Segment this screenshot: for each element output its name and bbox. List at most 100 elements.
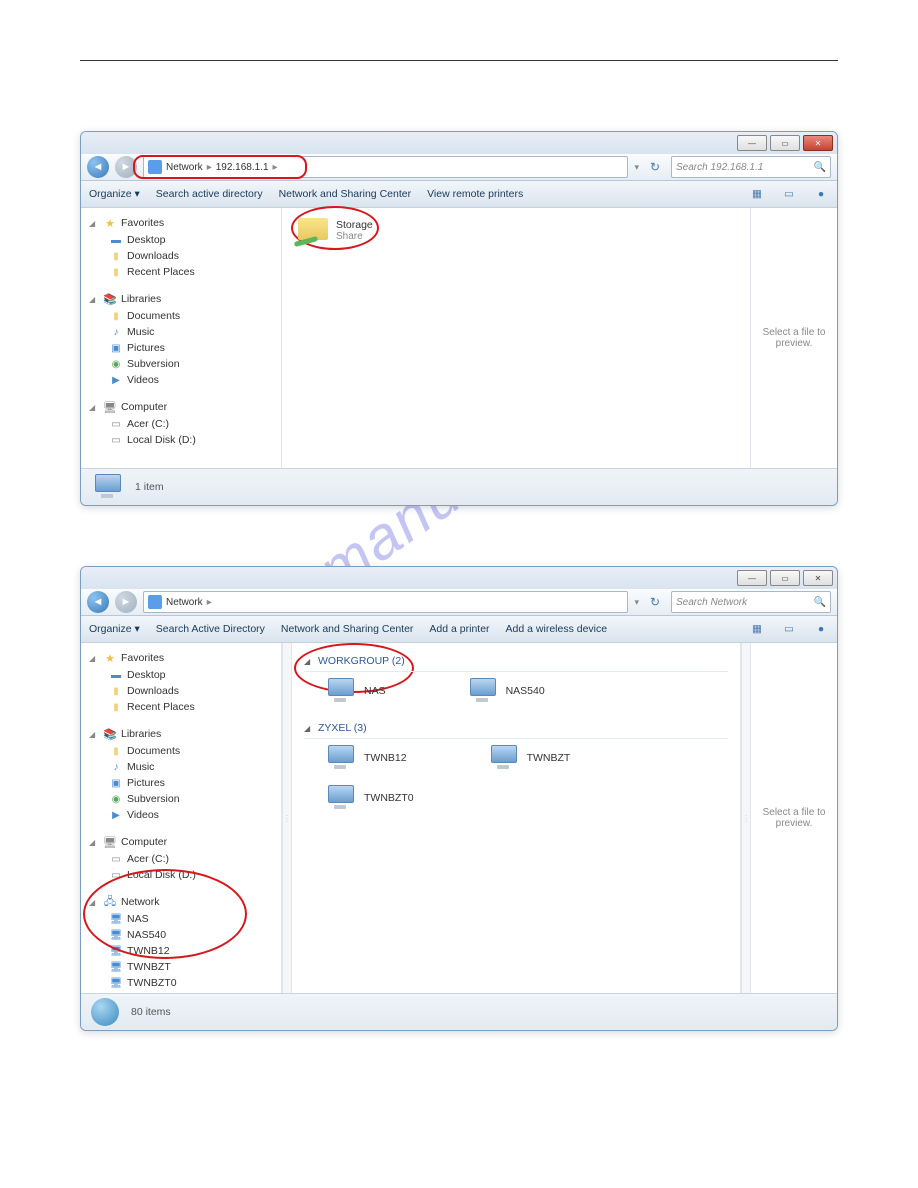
- close-button[interactable]: ✕: [803, 135, 833, 151]
- computer-icon: [324, 678, 356, 704]
- minimize-button[interactable]: —: [737, 570, 767, 586]
- sidebar: ◢★Favorites ▬Desktop ▮Downloads ▮Recent …: [81, 208, 282, 468]
- close-button[interactable]: ✕: [803, 570, 833, 586]
- forward-button[interactable]: ►: [115, 156, 137, 178]
- share-folder-icon: [294, 216, 330, 246]
- explorer-window-2: — ▭ ✕ ◄ ► Network ▸ ▾ ↻ Search Network 🔍…: [80, 566, 838, 1031]
- computer-item[interactable]: TWNB12: [324, 745, 407, 771]
- sidebar-computer[interactable]: ◢🖥Computer: [81, 833, 281, 851]
- sidebar-item[interactable]: ▬Desktop: [81, 667, 281, 683]
- sidebar-item[interactable]: ◉Subversion: [81, 791, 281, 807]
- sidebar-libraries[interactable]: ◢📚Libraries: [81, 725, 281, 743]
- dropdown-icon[interactable]: ▾: [634, 597, 639, 608]
- sidebar-item[interactable]: ◉Subversion: [81, 356, 281, 372]
- refresh-button[interactable]: ↻: [645, 592, 665, 612]
- back-button[interactable]: ◄: [87, 156, 109, 178]
- breadcrumb[interactable]: Network ▸: [143, 591, 628, 613]
- group-zyxel[interactable]: ◢ZYXEL (3): [304, 718, 728, 739]
- libraries-icon: 📚: [103, 727, 117, 741]
- nav-bar: ◄ ► Network ▸ ▾ ↻ Search Network 🔍: [81, 589, 837, 616]
- sidebar-item[interactable]: ▮Downloads: [81, 683, 281, 699]
- sidebar-item[interactable]: ▮Recent Places: [81, 264, 281, 280]
- downloads-icon: ▮: [109, 684, 123, 698]
- share-item-storage[interactable]: Storage Share: [294, 216, 434, 246]
- nav-bar: ◄ ► Network ▸ 192.168.1.1 ▸ ▾ ↻ Search 1…: [81, 154, 837, 181]
- downloads-icon: ▮: [109, 249, 123, 263]
- sidebar-computer[interactable]: ◢🖥Computer: [81, 398, 281, 416]
- organize-menu[interactable]: Organize ▾: [89, 623, 140, 635]
- computer-item[interactable]: TWNBZT0: [324, 785, 414, 811]
- titlebar: — ▭ ✕: [81, 567, 837, 589]
- sidebar-network[interactable]: ◢🖧Network: [81, 893, 281, 911]
- computer-item[interactable]: TWNBZT: [487, 745, 571, 771]
- forward-button[interactable]: ►: [115, 591, 137, 613]
- sidebar-item[interactable]: ▮Documents: [81, 743, 281, 759]
- music-icon: ♪: [109, 325, 123, 339]
- sidebar-item[interactable]: ▬Desktop: [81, 232, 281, 248]
- splitter[interactable]: ⋮: [741, 643, 751, 993]
- status-icon: [91, 474, 123, 500]
- back-button[interactable]: ◄: [87, 591, 109, 613]
- toolbar-remote-printers[interactable]: View remote printers: [427, 188, 523, 200]
- sidebar-item[interactable]: ▶Videos: [81, 807, 281, 823]
- group-workgroup[interactable]: ◢WORKGROUP (2): [304, 651, 728, 672]
- content-pane[interactable]: Storage Share: [282, 208, 751, 468]
- sidebar-item[interactable]: ▶Videos: [81, 372, 281, 388]
- computer-icon: 🖥: [109, 976, 123, 990]
- preview-pane-icon[interactable]: ▭: [781, 186, 797, 202]
- search-input[interactable]: Search 192.168.1.1 🔍: [671, 156, 831, 178]
- sidebar-libraries[interactable]: ◢📚Libraries: [81, 290, 281, 308]
- sidebar-item[interactable]: ▭Local Disk (D:): [81, 432, 281, 448]
- toolbar-add-printer[interactable]: Add a printer: [429, 623, 489, 635]
- explorer-window-1: — ▭ ✕ ◄ ► Network ▸ 192.168.1.1 ▸ ▾ ↻ Se…: [80, 131, 838, 506]
- sidebar-item[interactable]: ♪Music: [81, 759, 281, 775]
- computer-item-nas540[interactable]: NAS540: [466, 678, 545, 704]
- sidebar-item[interactable]: 🖥TWNB12: [81, 943, 281, 959]
- drive-icon: ▭: [109, 852, 123, 866]
- content-pane[interactable]: ◢WORKGROUP (2) NAS NAS540 ◢ZYXEL (3) TWN…: [292, 643, 741, 993]
- sidebar-favorites[interactable]: ◢★Favorites: [81, 649, 281, 667]
- refresh-button[interactable]: ↻: [645, 157, 665, 177]
- search-placeholder: Search 192.168.1.1: [676, 162, 763, 173]
- sidebar-item[interactable]: 🖥NAS540: [81, 927, 281, 943]
- sidebar-item[interactable]: ▭Acer (C:): [81, 851, 281, 867]
- toolbar-search-ad[interactable]: Search Active Directory: [156, 623, 265, 635]
- maximize-button[interactable]: ▭: [770, 135, 800, 151]
- sidebar-item[interactable]: ▣Pictures: [81, 340, 281, 356]
- page-top-rule: [80, 60, 838, 61]
- view-options-icon[interactable]: ▦: [749, 186, 765, 202]
- minimize-button[interactable]: —: [737, 135, 767, 151]
- sidebar-item[interactable]: ▣Pictures: [81, 775, 281, 791]
- splitter[interactable]: ⋮: [282, 643, 292, 993]
- sidebar-item[interactable]: ▮Downloads: [81, 248, 281, 264]
- toolbar-sharing-center[interactable]: Network and Sharing Center: [281, 623, 414, 635]
- sidebar-item[interactable]: ▭Local Disk (D:): [81, 867, 281, 883]
- toolbar-search-ad[interactable]: Search active directory: [156, 188, 263, 200]
- sidebar-item[interactable]: 🖥NAS: [81, 911, 281, 927]
- help-icon[interactable]: ●: [813, 621, 829, 637]
- sidebar-network[interactable]: 🖧Network: [81, 466, 281, 468]
- organize-menu[interactable]: Organize ▾: [89, 188, 140, 200]
- libraries-icon: 📚: [103, 292, 117, 306]
- computer-item-nas[interactable]: NAS: [324, 678, 386, 704]
- help-icon[interactable]: ●: [813, 186, 829, 202]
- dropdown-icon[interactable]: ▾: [634, 162, 639, 173]
- sidebar-item[interactable]: ▮Documents: [81, 308, 281, 324]
- sidebar-item[interactable]: ▭Acer (C:): [81, 416, 281, 432]
- status-text: 80 items: [131, 1006, 171, 1018]
- sidebar-item[interactable]: 🖥TWNBZT0: [81, 975, 281, 991]
- toolbar-add-wireless[interactable]: Add a wireless device: [506, 623, 608, 635]
- sidebar-item[interactable]: ♪Music: [81, 324, 281, 340]
- view-options-icon[interactable]: ▦: [749, 621, 765, 637]
- preview-pane-icon[interactable]: ▭: [781, 621, 797, 637]
- sidebar-item[interactable]: 🖥TWNBZT: [81, 959, 281, 975]
- sidebar-item[interactable]: ▮Recent Places: [81, 699, 281, 715]
- documents-icon: ▮: [109, 309, 123, 323]
- crumb-sep-icon: ▸: [207, 162, 212, 173]
- breadcrumb[interactable]: Network ▸ 192.168.1.1 ▸: [143, 156, 628, 178]
- search-input[interactable]: Search Network 🔍: [671, 591, 831, 613]
- crumb-sep-icon: ▸: [207, 597, 212, 608]
- toolbar-sharing-center[interactable]: Network and Sharing Center: [279, 188, 412, 200]
- maximize-button[interactable]: ▭: [770, 570, 800, 586]
- sidebar-favorites[interactable]: ◢★Favorites: [81, 214, 281, 232]
